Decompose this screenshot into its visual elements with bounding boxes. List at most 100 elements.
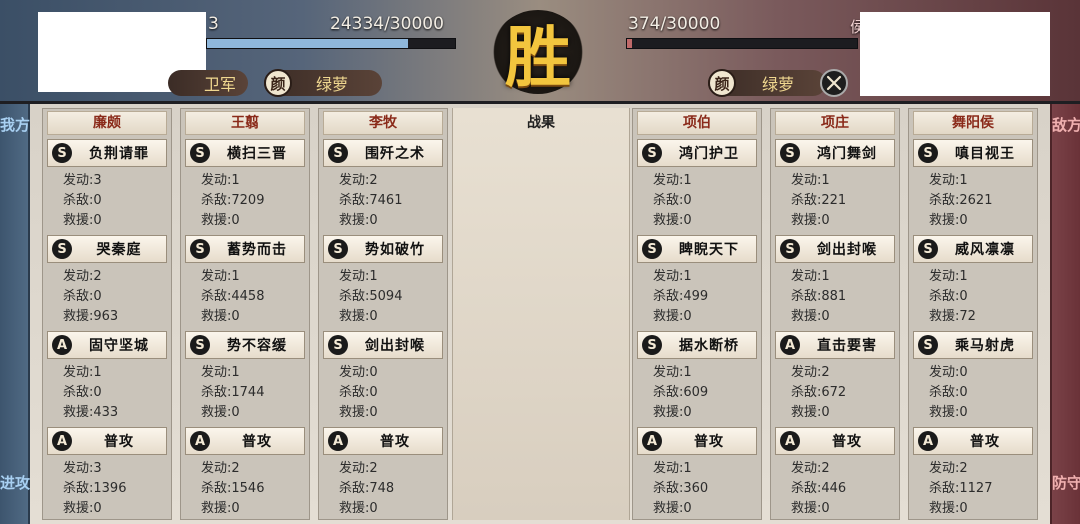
rescue-count: 救援:0 (339, 405, 378, 420)
kill-count: 杀敌:881 (791, 289, 847, 304)
trigger-count: 发动:2 (339, 461, 378, 476)
rescue-count: 救援:0 (201, 501, 240, 516)
rescue-count: 救援:0 (201, 213, 240, 228)
right-hp-text: 374/30000 (628, 14, 721, 34)
skill-name: 哭秦庭 (96, 242, 142, 258)
skill-button[interactable]: S 鸿门护卫 (637, 139, 757, 167)
skill-button[interactable]: S 睥睨天下 (637, 235, 757, 263)
rescue-count: 救援:0 (201, 309, 240, 324)
kill-count: 杀敌:4458 (201, 289, 265, 304)
ally-side-bar: 我方 进攻 (0, 104, 30, 524)
rescue-count: 救援:72 (929, 309, 976, 324)
hero-name: 王翦 (185, 111, 305, 135)
grade-badge-icon: A (780, 335, 800, 355)
trigger-count: 发动:2 (791, 365, 830, 380)
trigger-count: 发动:0 (339, 365, 378, 380)
results-title: 战果 (527, 115, 555, 131)
trigger-count: 发动:2 (791, 461, 830, 476)
left-hp-fill (207, 39, 409, 48)
enemy-hero-column: 舞阳侯 S 嗔目视王 发动:1 杀敌:2621 救援:0 S 威风凛凛 发动:1 杀敌:0 救援:7… (908, 108, 1038, 520)
grade-badge-icon: A (52, 431, 72, 451)
skill-name: 乘马射虎 (955, 338, 1015, 354)
rescue-count: 救援:0 (653, 213, 692, 228)
skill-button[interactable]: A 普攻 (47, 427, 167, 455)
trigger-count: 发动:1 (929, 173, 968, 188)
skill-name: 鸿门舞剑 (817, 146, 877, 162)
skill-name: 围歼之术 (365, 146, 425, 162)
kill-count: 杀敌:0 (63, 385, 102, 400)
skill-name: 横扫三晋 (227, 146, 287, 162)
trigger-count: 发动:1 (653, 173, 692, 188)
skill-button[interactable]: A 直击要害 (775, 331, 895, 359)
skill-name: 直击要害 (817, 338, 877, 354)
rescue-count: 救援:0 (339, 213, 378, 228)
grade-badge-icon: A (780, 431, 800, 451)
battle-header: 3 24334/30000 卫军 绿萝 颜 胜 374/30000 侯 绿萝 颜 (0, 0, 1080, 104)
rescue-count: 救援:0 (63, 501, 102, 516)
skill-button[interactable]: S 嗔目视王 (913, 139, 1033, 167)
skill-button[interactable]: A 普攻 (775, 427, 895, 455)
skill-button[interactable]: S 鸿门舞剑 (775, 139, 895, 167)
skill-button[interactable]: S 据水断桥 (637, 331, 757, 359)
kill-count: 杀敌:1744 (201, 385, 265, 400)
kill-count: 杀敌:1127 (929, 481, 993, 496)
kill-count: 杀敌:748 (339, 481, 395, 496)
trigger-count: 发动:1 (63, 365, 102, 380)
skill-button[interactable]: A 普攻 (913, 427, 1033, 455)
grade-badge-icon: S (642, 239, 662, 259)
hero-name: 项庄 (775, 111, 895, 135)
grade-badge-icon: S (328, 335, 348, 355)
rescue-count: 救援:0 (791, 309, 830, 324)
rescue-count: 救援:0 (929, 501, 968, 516)
left-unit-pill: 卫军 (168, 70, 248, 96)
kill-count: 杀敌:0 (929, 385, 968, 400)
skill-button[interactable]: S 哭秦庭 (47, 235, 167, 263)
skill-button[interactable]: S 围歼之术 (323, 139, 443, 167)
skill-name: 鸿门护卫 (679, 146, 739, 162)
skill-button[interactable]: A 普攻 (323, 427, 443, 455)
kill-count: 杀敌:2621 (929, 193, 993, 208)
skill-button[interactable]: S 乘马射虎 (913, 331, 1033, 359)
rescue-count: 救援:0 (653, 405, 692, 420)
skill-button[interactable]: S 势不容缓 (185, 331, 305, 359)
skill-button[interactable]: S 横扫三晋 (185, 139, 305, 167)
skill-name: 剑出封喉 (817, 242, 877, 258)
skill-name: 势不容缓 (227, 338, 287, 354)
skill-button[interactable]: S 蓄势而击 (185, 235, 305, 263)
skill-button[interactable]: A 普攻 (185, 427, 305, 455)
kill-count: 杀敌:499 (653, 289, 709, 304)
trigger-count: 发动:1 (791, 269, 830, 284)
trigger-count: 发动:1 (929, 269, 968, 284)
skill-button[interactable]: S 剑出封喉 (323, 331, 443, 359)
kill-count: 杀敌:7461 (339, 193, 403, 208)
skill-name: 固守坚城 (89, 338, 149, 354)
skill-button[interactable]: S 势如破竹 (323, 235, 443, 263)
grade-badge-icon: A (190, 431, 210, 451)
rescue-count: 救援:0 (791, 405, 830, 420)
skill-name: 普攻 (380, 434, 410, 450)
left-hp-bar (206, 38, 456, 49)
trigger-count: 发动:1 (653, 269, 692, 284)
skill-button[interactable]: S 威风凛凛 (913, 235, 1033, 263)
grade-badge-icon: S (190, 335, 210, 355)
rescue-count: 救援:0 (791, 501, 830, 516)
skill-button[interactable]: A 固守坚城 (47, 331, 167, 359)
victory-text: 胜 (505, 18, 571, 96)
grade-badge-icon: A (328, 431, 348, 451)
grade-badge-icon: A (918, 431, 938, 451)
face-emblem-icon: 颜 (264, 69, 292, 97)
face-emblem-icon: 颜 (708, 69, 736, 97)
trigger-count: 发动:0 (929, 365, 968, 380)
skill-button[interactable]: A 普攻 (637, 427, 757, 455)
kill-count: 杀敌:0 (63, 289, 102, 304)
rescue-count: 救援:0 (791, 213, 830, 228)
skill-button[interactable]: S 负荆请罪 (47, 139, 167, 167)
grade-badge-icon: S (190, 239, 210, 259)
grade-badge-icon: S (642, 335, 662, 355)
grade-badge-icon: S (52, 143, 72, 163)
grade-badge-icon: S (328, 239, 348, 259)
grade-badge-icon: A (642, 431, 662, 451)
trigger-count: 发动:1 (791, 173, 830, 188)
skill-button[interactable]: S 剑出封喉 (775, 235, 895, 263)
kill-count: 杀敌:1546 (201, 481, 265, 496)
